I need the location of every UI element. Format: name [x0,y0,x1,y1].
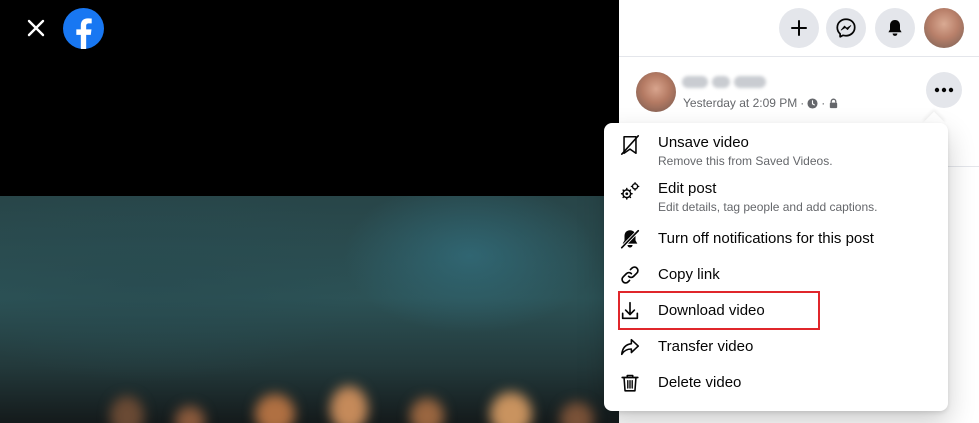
menu-item-label: Unsave video [658,134,749,151]
notifications-button[interactable] [875,8,915,48]
video-blur-spot [560,402,594,423]
menu-item-label: Download video [658,302,765,319]
video-blur-spot [490,392,532,423]
video-blur-spot [410,398,444,423]
gears-icon [620,182,640,200]
lock-icon [830,98,838,108]
top-bar [619,0,979,57]
video-blur-spot [255,394,295,423]
link-icon [621,266,639,284]
menu-item-delete-video[interactable]: Delete video [612,365,940,401]
menu-item-description: Remove this from Saved Videos. [658,154,833,168]
more-options-button[interactable] [926,72,962,108]
download-icon [621,301,639,320]
bell-off-icon [620,229,640,250]
menu-item-label: Delete video [658,374,742,391]
more-horizontal-icon [934,87,954,93]
trash-icon [621,374,639,392]
poster-avatar[interactable] [636,72,676,112]
messenger-icon [836,18,856,38]
profile-avatar[interactable] [924,8,964,48]
menu-item-transfer-video[interactable]: Transfer video [612,329,940,365]
post-options-menu: Unsave video Remove this from Saved Vide… [604,123,948,411]
menu-item-download-video[interactable]: Download video [612,293,940,329]
menu-item-label: Turn off notifications for this post [658,230,874,247]
video-frame[interactable] [0,196,619,423]
menu-item-description: Edit details, tag people and add caption… [658,200,878,214]
facebook-logo-icon [63,8,104,49]
close-button[interactable] [20,12,52,44]
clock-icon [807,97,818,109]
meta-separator: · [800,96,805,110]
poster-name-blurred[interactable] [682,76,766,90]
messenger-button[interactable] [826,8,866,48]
menu-item-turn-off-notifications[interactable]: Turn off notifications for this post [612,221,940,257]
media-viewer [0,0,619,423]
meta-separator: · [821,96,826,110]
menu-item-copy-link[interactable]: Copy link [612,257,940,293]
post-timestamp[interactable]: Yesterday at 2:09 PM [683,96,797,110]
post-meta: Yesterday at 2:09 PM · · [683,96,839,110]
menu-item-label: Transfer video [658,338,754,355]
unsave-bookmark-icon [620,135,640,155]
video-blur-spot [175,406,205,423]
menu-item-label: Copy link [658,266,720,283]
video-blur-spot [330,386,368,423]
create-button[interactable] [779,8,819,48]
menu-item-unsave-video[interactable]: Unsave video Remove this from Saved Vide… [612,129,940,175]
menu-item-label: Edit post [658,180,717,197]
menu-item-edit-post[interactable]: Edit post Edit details, tag people and a… [612,175,940,221]
video-blur-spot [110,396,144,423]
share-arrow-icon [620,338,640,356]
close-icon [27,19,45,37]
plus-icon [791,20,807,36]
facebook-logo-link[interactable] [63,8,104,49]
bell-icon [888,20,902,36]
